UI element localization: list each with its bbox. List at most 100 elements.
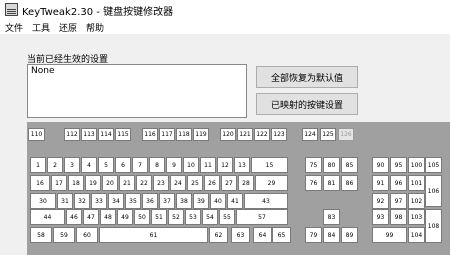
key-2[interactable]: 2 [47,157,63,173]
key-83[interactable]: 83 [323,209,340,225]
key-106[interactable]: 106 [425,175,442,207]
key-108[interactable]: 108 [425,209,442,243]
key-36[interactable]: 36 [142,193,158,209]
key-119[interactable]: 119 [193,128,209,141]
key-3[interactable]: 3 [64,157,80,173]
key-33[interactable]: 33 [91,193,107,209]
key-1[interactable]: 1 [30,157,46,173]
key-61[interactable]: 61 [99,227,208,243]
key-103[interactable]: 103 [408,209,425,225]
key-65[interactable]: 65 [272,227,291,243]
key-10[interactable]: 10 [183,157,199,173]
menu-help[interactable]: 帮助 [86,21,104,34]
key-123[interactable]: 123 [271,128,287,141]
key-26[interactable]: 26 [204,175,220,191]
key-76[interactable]: 76 [305,175,322,191]
key-97[interactable]: 97 [390,193,407,209]
key-7[interactable]: 7 [132,157,148,173]
key-105[interactable]: 105 [425,157,442,173]
key-17[interactable]: 17 [51,175,67,191]
key-102[interactable]: 102 [408,193,425,209]
key-32[interactable]: 32 [74,193,90,209]
key-96[interactable]: 96 [390,175,407,191]
key-64[interactable]: 64 [253,227,272,243]
key-35[interactable]: 35 [125,193,141,209]
key-47[interactable]: 47 [83,209,99,225]
key-118[interactable]: 118 [176,128,192,141]
key-52[interactable]: 52 [168,209,184,225]
key-20[interactable]: 20 [102,175,118,191]
key-86[interactable]: 86 [341,175,358,191]
key-43[interactable]: 43 [244,193,288,209]
key-31[interactable]: 31 [57,193,73,209]
key-46[interactable]: 46 [66,209,82,225]
key-18[interactable]: 18 [68,175,84,191]
key-48[interactable]: 48 [100,209,116,225]
key-19[interactable]: 19 [85,175,101,191]
key-4[interactable]: 4 [81,157,97,173]
key-44[interactable]: 44 [30,209,65,225]
key-100[interactable]: 100 [408,157,425,173]
key-124[interactable]: 124 [302,128,318,141]
key-29[interactable]: 29 [255,175,288,191]
key-80[interactable]: 80 [323,157,340,173]
key-93[interactable]: 93 [372,209,389,225]
key-121[interactable]: 121 [237,128,253,141]
key-116[interactable]: 116 [142,128,158,141]
key-13[interactable]: 13 [234,157,250,173]
key-92[interactable]: 92 [372,193,389,209]
menu-file[interactable]: 文件 [5,21,23,34]
key-90[interactable]: 90 [372,157,389,173]
key-122[interactable]: 122 [254,128,270,141]
key-117[interactable]: 117 [159,128,175,141]
key-15[interactable]: 15 [251,157,288,173]
key-75[interactable]: 75 [305,157,322,173]
key-38[interactable]: 38 [176,193,192,209]
key-113[interactable]: 113 [81,128,97,141]
key-5[interactable]: 5 [98,157,114,173]
key-22[interactable]: 22 [136,175,152,191]
key-53[interactable]: 53 [185,209,201,225]
key-51[interactable]: 51 [151,209,167,225]
current-settings-list[interactable]: None [27,64,247,118]
key-58[interactable]: 58 [30,227,52,243]
key-126[interactable]: 126 [338,128,354,141]
key-21[interactable]: 21 [119,175,135,191]
key-81[interactable]: 81 [323,175,340,191]
key-6[interactable]: 6 [115,157,131,173]
key-39[interactable]: 39 [193,193,209,209]
key-79[interactable]: 79 [305,227,322,243]
key-12[interactable]: 12 [217,157,233,173]
key-110[interactable]: 110 [28,128,45,141]
key-112[interactable]: 112 [64,128,80,141]
restore-all-defaults-button[interactable]: 全部恢复为默认值 [256,66,358,88]
key-62[interactable]: 62 [209,227,228,243]
key-84[interactable]: 84 [323,227,340,243]
key-37[interactable]: 37 [159,193,175,209]
key-24[interactable]: 24 [170,175,186,191]
key-89[interactable]: 89 [341,227,358,243]
key-60[interactable]: 60 [76,227,98,243]
key-8[interactable]: 8 [149,157,165,173]
key-49[interactable]: 49 [117,209,133,225]
key-59[interactable]: 59 [53,227,75,243]
key-95[interactable]: 95 [390,157,407,173]
key-25[interactable]: 25 [187,175,203,191]
key-101[interactable]: 101 [408,175,425,191]
key-98[interactable]: 98 [390,209,407,225]
key-11[interactable]: 11 [200,157,216,173]
key-28[interactable]: 28 [238,175,254,191]
key-55[interactable]: 55 [219,209,235,225]
mapped-keys-button[interactable]: 已映射的按键设置 [256,93,358,115]
menu-restore[interactable]: 还原 [59,21,77,34]
key-57[interactable]: 57 [236,209,288,225]
key-104[interactable]: 104 [408,227,425,243]
key-99[interactable]: 99 [372,227,407,243]
key-54[interactable]: 54 [202,209,218,225]
key-115[interactable]: 115 [115,128,131,141]
key-125[interactable]: 125 [320,128,336,141]
key-114[interactable]: 114 [98,128,114,141]
key-23[interactable]: 23 [153,175,169,191]
key-63[interactable]: 63 [231,227,250,243]
key-85[interactable]: 85 [341,157,358,173]
